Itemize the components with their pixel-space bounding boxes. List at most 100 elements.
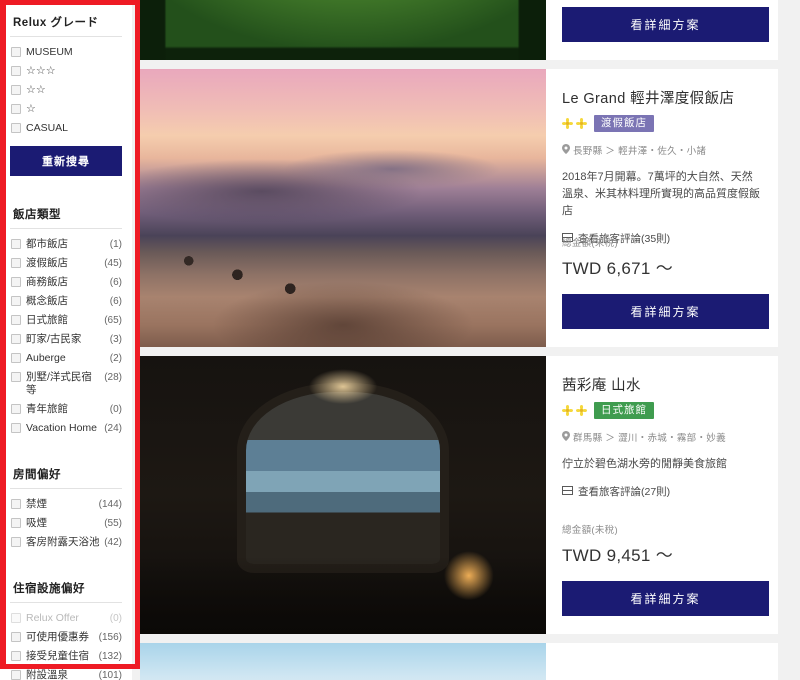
- filter-count: (2): [109, 353, 122, 364]
- filter-label: ☆☆: [26, 84, 46, 96]
- hotel-info: Le Grand 輕井澤度假飯店 渡假飯店 長野縣 ＞ 輕井澤・佐久・小諸 2018年…: [546, 69, 778, 347]
- checkbox-icon[interactable]: [11, 499, 21, 509]
- checkbox-icon[interactable]: [11, 85, 21, 95]
- location-breadcrumb: 群馬縣 ＞ 澀川・赤城・霧部・妙義: [562, 430, 762, 444]
- checkbox-icon[interactable]: [11, 104, 21, 114]
- filter-checkbox-row[interactable]: Vacation Home (24): [10, 419, 122, 438]
- filter-checkbox-row[interactable]: 都市飯店 (1): [10, 235, 122, 254]
- filter-count: (65): [104, 315, 122, 326]
- checkbox-icon[interactable]: [11, 258, 21, 268]
- filter-count: (6): [109, 277, 122, 288]
- hotel-info: 茜彩庵 山水日式旅館群馬縣 ＞ 澀川・赤城・霧部・妙義佇立於碧色湖水旁的閒靜美食…: [546, 356, 778, 634]
- hotel-photo[interactable]: [140, 69, 546, 347]
- location-text: 群馬縣 ＞ 澀川・赤城・霧部・妙義: [573, 433, 726, 444]
- filter-checkbox-row[interactable]: 青年旅館 (0): [10, 400, 122, 419]
- filter-checkbox-row[interactable]: 町家/古民家 (3): [10, 330, 122, 349]
- checkbox-icon[interactable]: [11, 651, 21, 661]
- checkbox-icon[interactable]: [11, 239, 21, 249]
- hotel-card[interactable]: 茜彩庵 山水日式旅館群馬縣 ＞ 澀川・赤城・霧部・妙義佇立於碧色湖水旁的閒靜美食…: [140, 356, 778, 634]
- filter-count: (132): [98, 651, 122, 662]
- view-detail-button[interactable]: 看詳細方案: [562, 294, 769, 329]
- search-results-page: Relux グレード MUSEUM ☆☆☆ ☆☆ ☆ CASUAL 重新搜尋 飯店類型 都市飯店…: [0, 0, 800, 680]
- filter-label: 客房附露天浴池: [26, 536, 100, 548]
- review-link[interactable]: 查看旅客評論(27則): [562, 484, 762, 499]
- filter-section-title: 住宿設施偏好: [13, 583, 85, 595]
- hotel-description: 佇立於碧色湖水旁的閒靜美食旅館: [562, 458, 727, 470]
- checkbox-icon[interactable]: [11, 632, 21, 642]
- filter-label: CASUAL: [26, 122, 69, 134]
- filter-checkbox-row[interactable]: MUSEUM: [10, 43, 122, 62]
- filter-checkbox-row[interactable]: 可使用優惠券 (156): [10, 628, 122, 647]
- filter-checkbox-row[interactable]: 禁煙 (144): [10, 495, 122, 514]
- filter-checkbox-row: Relux Offer (0): [10, 609, 122, 628]
- filter-label: 日式旅館: [26, 314, 68, 326]
- filter-count: (24): [104, 423, 122, 434]
- filter-section: 房間偏好禁煙 (144) 吸煙 (55) 客房附露天浴池 (42): [10, 452, 122, 552]
- filter-checkbox-row[interactable]: 附設溫泉 (101): [10, 666, 122, 680]
- filter-checkbox-row[interactable]: CASUAL: [10, 119, 122, 138]
- hotel-type-badge: 日式旅館: [594, 402, 654, 419]
- filter-checkbox-row[interactable]: 接受兒童住宿 (132): [10, 647, 122, 666]
- hotel-name[interactable]: 茜彩庵 山水: [562, 374, 762, 395]
- research-button[interactable]: 重新搜尋: [10, 146, 122, 176]
- checkbox-icon[interactable]: [11, 404, 21, 414]
- checkbox-icon[interactable]: [11, 296, 21, 306]
- filter-label: MUSEUM: [26, 46, 73, 58]
- flower-rating-icon: [576, 118, 587, 129]
- filter-count: (0): [109, 613, 122, 624]
- hotel-photo[interactable]: [140, 0, 546, 60]
- filter-count: (55): [104, 518, 122, 529]
- filter-checkbox-row[interactable]: 日式旅館 (65): [10, 311, 122, 330]
- checkbox-icon[interactable]: [11, 372, 21, 382]
- checkbox-icon[interactable]: [11, 277, 21, 287]
- hotel-type-badge: 渡假飯店: [594, 115, 654, 132]
- filter-checkbox-row[interactable]: 客房附露天浴池 (42): [10, 533, 122, 552]
- filter-checkbox-row[interactable]: 概念飯店 (6): [10, 292, 122, 311]
- hotel-name[interactable]: Le Grand 輕井澤度假飯店: [562, 87, 762, 108]
- checkbox-icon[interactable]: [11, 315, 21, 325]
- hotel-card[interactable]: [140, 643, 778, 680]
- filter-count: (28): [104, 372, 122, 383]
- hotel-description: 2018年7月開幕。7萬坪的大自然、天然溫泉、米其林料理所實現的高品質度假飯店: [562, 171, 760, 217]
- price-block: 總金額(未稅) TWD 6,671 〜: [562, 235, 673, 279]
- hotel-photo[interactable]: [140, 643, 546, 680]
- filter-checkbox-row[interactable]: ☆☆☆: [10, 62, 122, 81]
- checkbox-icon[interactable]: [11, 353, 21, 363]
- filter-checkbox-row[interactable]: ☆☆: [10, 81, 122, 100]
- checkbox-icon[interactable]: [11, 518, 21, 528]
- filter-checkbox-row[interactable]: 渡假飯店 (45): [10, 254, 122, 273]
- checkbox-icon[interactable]: [11, 670, 21, 680]
- filter-checkbox-row[interactable]: Auberge (2): [10, 349, 122, 368]
- flower-rating-icon: [576, 405, 587, 416]
- hotel-photo[interactable]: [140, 356, 546, 634]
- hotel-card[interactable]: Le Grand 輕井澤度假飯店 渡假飯店 長野縣 ＞ 輕井澤・佐久・小諸 2018年…: [140, 69, 778, 347]
- location-pin-icon: [562, 143, 570, 157]
- checkbox-icon[interactable]: [11, 423, 21, 433]
- filter-label: 渡假飯店: [26, 257, 68, 269]
- hotel-info: [546, 643, 778, 680]
- filter-checkbox-row[interactable]: 商務飯店 (6): [10, 273, 122, 292]
- filter-label: 接受兒童住宿: [26, 650, 89, 662]
- filter-section-title: 房間偏好: [13, 469, 61, 481]
- checkbox-icon[interactable]: [11, 334, 21, 344]
- filter-label: 青年旅館: [26, 403, 68, 415]
- filter-checkbox-row[interactable]: ☆: [10, 100, 122, 119]
- photo-image: [140, 0, 546, 60]
- filter-sidebar: Relux グレード MUSEUM ☆☆☆ ☆☆ ☆ CASUAL 重新搜尋 飯店類型 都市飯店…: [0, 0, 132, 680]
- flower-rating: [562, 405, 587, 416]
- filter-checkbox-row[interactable]: 別墅/洋式民宿等 (28): [10, 368, 122, 400]
- filter-count: (6): [109, 296, 122, 307]
- checkbox-icon[interactable]: [11, 537, 21, 547]
- filter-checkbox-row[interactable]: 吸煙 (55): [10, 514, 122, 533]
- filter-count: (45): [104, 258, 122, 269]
- filter-label: Auberge: [26, 352, 66, 364]
- view-detail-button[interactable]: 看詳細方案: [562, 7, 769, 42]
- view-detail-button[interactable]: 看詳細方案: [562, 581, 769, 616]
- checkbox-icon[interactable]: [11, 123, 21, 133]
- filter-count: (3): [109, 334, 122, 345]
- hotel-card[interactable]: TWD 12,000看詳細方案: [140, 0, 778, 60]
- hotel-info: TWD 12,000看詳細方案: [546, 0, 778, 60]
- checkbox-icon[interactable]: [11, 66, 21, 76]
- checkbox-icon[interactable]: [11, 47, 21, 57]
